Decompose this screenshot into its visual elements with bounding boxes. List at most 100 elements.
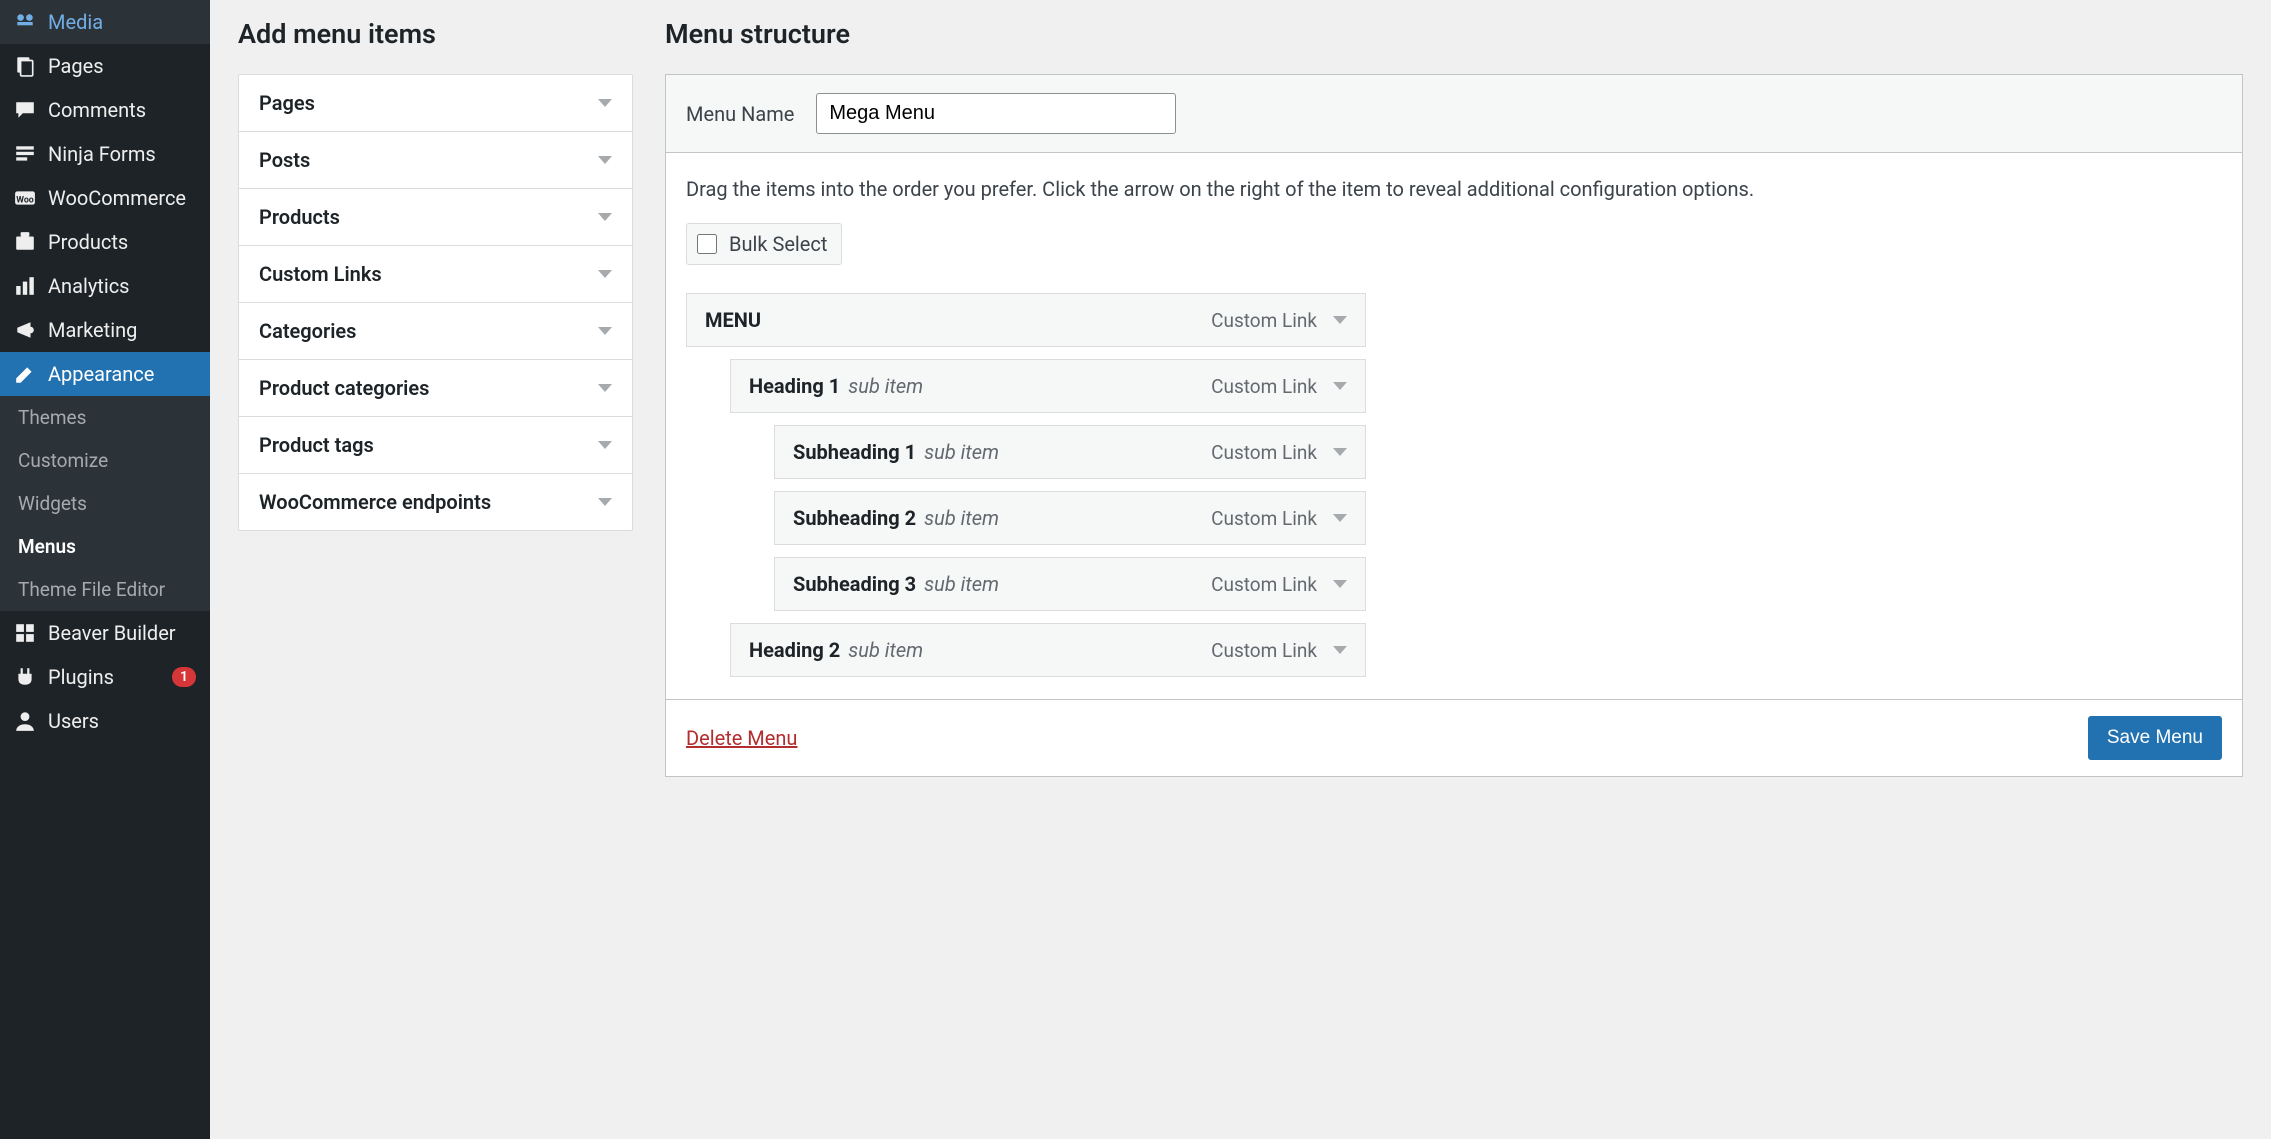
menu-item-title: Subheading 2 [793,506,916,530]
menu-structure-box: Menu Name Drag the items into the order … [665,74,2243,777]
sidebar-item-marketing[interactable]: Marketing [0,308,210,352]
menu-name-input[interactable] [816,93,1176,134]
chevron-down-icon[interactable] [1333,448,1347,456]
sidebar-item-analytics[interactable]: Analytics [0,264,210,308]
save-menu-button[interactable]: Save Menu [2088,716,2222,760]
menu-name-label: Menu Name [686,102,794,126]
submenu-item-menus[interactable]: Menus [0,525,210,568]
appearance-icon [14,363,36,385]
bulk-select-label: Bulk Select [729,232,827,256]
menu-items-list: MENUCustom LinkHeading 1sub itemCustom L… [686,293,1366,677]
menu-item[interactable]: Subheading 1 sub item Custom Link [774,425,1366,479]
sidebar-item-label: Users [48,709,196,733]
menu-item-title: Subheading 3 [793,572,916,596]
accordion-item-posts[interactable]: Posts [239,132,632,189]
sidebar-item-label: Pages [48,54,196,78]
woocommerce-icon: Woo [14,187,36,209]
sidebar-item-beaver-builder[interactable]: Beaver Builder [0,611,210,655]
accordion-label: Custom Links [259,262,382,286]
accordion-label: Posts [259,148,310,172]
menu-item-sublabel: sub item [924,506,999,530]
instruction-text: Drag the items into the order you prefer… [686,175,2222,203]
menu-item-title: Subheading 1 [793,440,916,464]
menu-item-type: Custom Link [1211,639,1317,662]
menu-item[interactable]: Heading 2sub itemCustom Link [730,623,1366,677]
chevron-down-icon [598,270,612,278]
products-icon [14,231,36,253]
sidebar-item-pages[interactable]: Pages [0,44,210,88]
sidebar-item-label: Appearance [48,362,196,386]
plugins-icon [14,666,36,688]
analytics-icon [14,275,36,297]
submenu-item-theme-file-editor[interactable]: Theme File Editor [0,568,210,611]
admin-sidebar: Media Pages Comments Ninja Forms Woo WooComme… [0,0,210,1139]
delete-menu-link[interactable]: Delete Menu [686,726,797,750]
menu-item-type: Custom Link [1211,573,1317,596]
accordion-item-product-categories[interactable]: Product categories [239,360,632,417]
marketing-icon [14,319,36,341]
sidebar-item-media[interactable]: Media [0,0,210,44]
sidebar-item-comments[interactable]: Comments [0,88,210,132]
sidebar-item-woocommerce[interactable]: Woo WooCommerce [0,176,210,220]
appearance-submenu: ThemesCustomizeWidgetsMenusTheme File Ed… [0,396,210,611]
chevron-down-icon [598,441,612,449]
accordion-item-pages[interactable]: Pages [239,75,632,132]
add-menu-items-title: Add menu items [238,18,633,50]
menu-item-type: Custom Link [1211,507,1317,530]
accordion-label: Product tags [259,433,374,457]
menu-header: Menu Name [666,75,2242,153]
sidebar-item-label: Comments [48,98,196,122]
sidebar-item-plugins[interactable]: Plugins1 [0,655,210,699]
accordion-item-products[interactable]: Products [239,189,632,246]
menu-item[interactable]: MENUCustom Link [686,293,1366,347]
sidebar-item-products[interactable]: Products [0,220,210,264]
menu-item-sublabel: sub item [848,374,923,398]
bulk-select-checkbox[interactable] [697,234,717,254]
accordion-label: Categories [259,319,356,343]
menu-item-type: Custom Link [1211,441,1317,464]
accordion-add-items: Pages Posts Products Custom Links Categories… [238,74,633,531]
comments-icon [14,99,36,121]
sidebar-item-label: Analytics [48,274,196,298]
chevron-down-icon [598,156,612,164]
accordion-label: Products [259,205,340,229]
chevron-down-icon [598,213,612,221]
menu-item[interactable]: Subheading 2 sub item Custom Link [774,491,1366,545]
beaver-builder-icon [14,622,36,644]
accordion-label: Product categories [259,376,429,400]
menu-structure-title: Menu structure [665,18,2243,50]
accordion-item-custom-links[interactable]: Custom Links [239,246,632,303]
chevron-down-icon [598,99,612,107]
accordion-item-product-tags[interactable]: Product tags [239,417,632,474]
chevron-down-icon[interactable] [1333,382,1347,390]
sidebar-item-ninja-forms[interactable]: Ninja Forms [0,132,210,176]
chevron-down-icon[interactable] [1333,580,1347,588]
menu-item-sublabel: sub item [924,440,999,464]
chevron-down-icon [598,384,612,392]
submenu-item-customize[interactable]: Customize [0,439,210,482]
accordion-item-categories[interactable]: Categories [239,303,632,360]
sidebar-item-label: WooCommerce [48,186,196,210]
chevron-down-icon [598,498,612,506]
accordion-item-woocommerce-endpoints[interactable]: WooCommerce endpoints [239,474,632,530]
menu-item-sublabel: sub item [924,572,999,596]
users-icon [14,710,36,732]
chevron-down-icon[interactable] [1333,514,1347,522]
chevron-down-icon[interactable] [1333,646,1347,654]
sidebar-item-label: Media [48,10,196,34]
bulk-select-toggle[interactable]: Bulk Select [686,223,842,265]
sidebar-item-users[interactable]: Users [0,699,210,743]
menu-item[interactable]: Subheading 3 sub item Custom Link [774,557,1366,611]
sidebar-item-label: Marketing [48,318,196,342]
submenu-item-themes[interactable]: Themes [0,396,210,439]
menu-item-sublabel: sub item [848,638,923,662]
menu-item-type: Custom Link [1211,375,1317,398]
sidebar-item-appearance[interactable]: Appearance [0,352,210,396]
sidebar-item-label: Ninja Forms [48,142,196,166]
accordion-label: Pages [259,91,315,115]
submenu-item-widgets[interactable]: Widgets [0,482,210,525]
sidebar-item-label: Plugins [48,665,160,689]
chevron-down-icon[interactable] [1333,316,1347,324]
menu-item[interactable]: Heading 1sub itemCustom Link [730,359,1366,413]
menu-item-title: MENU [705,308,761,332]
